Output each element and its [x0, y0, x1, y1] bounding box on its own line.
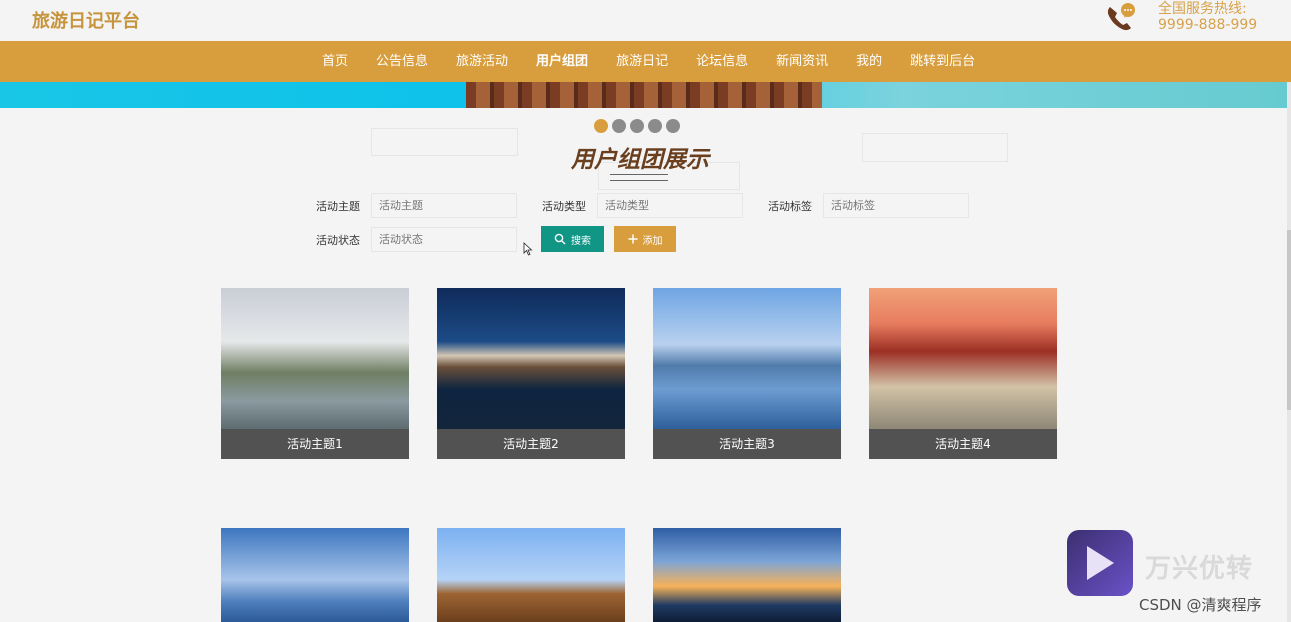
watermark-text: 万兴优转	[1145, 554, 1254, 584]
card-photo	[653, 288, 841, 429]
play-icon	[1087, 546, 1114, 580]
hotline-number: 9999-888-999	[1158, 17, 1258, 33]
carousel-dot[interactable]	[666, 119, 680, 133]
search-icon	[554, 233, 566, 245]
watermark-app-logo	[1067, 530, 1133, 596]
add-button[interactable]: 添加	[614, 226, 676, 252]
nav-item-travel-activities[interactable]: 旅游活动	[442, 41, 522, 82]
card-photo	[437, 528, 625, 622]
topic-label: 活动主题	[316, 200, 360, 213]
group-card[interactable]: 活动主题2	[437, 288, 625, 459]
nav-item-admin[interactable]: 跳转到后台	[896, 41, 989, 82]
group-card[interactable]	[653, 528, 841, 622]
banner-deck-image	[466, 82, 822, 108]
hotline-label: 全国服务热线:	[1158, 1, 1247, 17]
nav-item-travel-diary[interactable]: 旅游日记	[602, 41, 682, 82]
faded-transition-box	[862, 133, 1008, 162]
page-scrollbar-thumb[interactable]	[1287, 230, 1291, 410]
card-title: 活动主题2	[437, 429, 625, 459]
title-divider	[610, 174, 668, 181]
status-label: 活动状态	[316, 234, 360, 247]
card-photo	[653, 528, 841, 622]
carousel-dot[interactable]	[612, 119, 626, 133]
add-button-label: 添加	[642, 235, 663, 247]
carousel-dot[interactable]	[594, 119, 608, 133]
mouse-cursor-icon	[523, 242, 533, 256]
nav-item-user-groups[interactable]: 用户组团	[522, 41, 602, 82]
nav-item-mine[interactable]: 我的	[842, 41, 896, 82]
card-title: 活动主题3	[653, 429, 841, 459]
group-card[interactable]	[221, 528, 409, 622]
search-button-label: 搜索	[571, 235, 591, 247]
nav-item-news[interactable]: 新闻资讯	[762, 41, 842, 82]
service-hotline: 全国服务热线: 9999-888-999	[1158, 1, 1257, 33]
nav-item-forum[interactable]: 论坛信息	[682, 41, 762, 82]
credit-text: CSDN @清爽程序	[1139, 596, 1262, 614]
phone-chat-icon	[1107, 3, 1135, 31]
card-photo	[221, 528, 409, 622]
topic-input[interactable]	[371, 193, 517, 218]
plus-icon	[628, 234, 637, 244]
nav-item-home[interactable]: 首页	[308, 41, 362, 82]
card-photo	[221, 288, 409, 429]
carousel-dot[interactable]	[630, 119, 644, 133]
site-header: 旅游日记平台 全国服务热线: 9999-888-999	[0, 0, 1291, 41]
group-card[interactable]: 活动主题4	[869, 288, 1057, 459]
type-label: 活动类型	[542, 200, 586, 213]
card-photo	[437, 288, 625, 429]
card-title: 活动主题4	[869, 429, 1057, 459]
faded-transition-box	[371, 128, 518, 156]
hero-banner	[0, 82, 1287, 108]
site-logo[interactable]: 旅游日记平台	[32, 7, 140, 33]
tag-label: 活动标签	[768, 200, 812, 213]
section-title: 用户组团展示	[571, 147, 709, 173]
search-button[interactable]: 搜索	[541, 226, 604, 252]
status-input[interactable]	[371, 227, 517, 252]
carousel-dot[interactable]	[648, 119, 662, 133]
group-card[interactable]: 活动主题3	[653, 288, 841, 459]
main-navigation: 首页 公告信息 旅游活动 用户组团 旅游日记 论坛信息 新闻资讯 我的 跳转到后…	[0, 41, 1291, 82]
card-title: 活动主题1	[221, 429, 409, 459]
nav-item-announcements[interactable]: 公告信息	[362, 41, 442, 82]
tag-input[interactable]	[823, 193, 969, 218]
carousel-indicators	[594, 119, 680, 133]
group-card[interactable]	[437, 528, 625, 622]
type-input[interactable]	[597, 193, 743, 218]
group-card[interactable]: 活动主题1	[221, 288, 409, 459]
card-photo	[869, 288, 1057, 429]
